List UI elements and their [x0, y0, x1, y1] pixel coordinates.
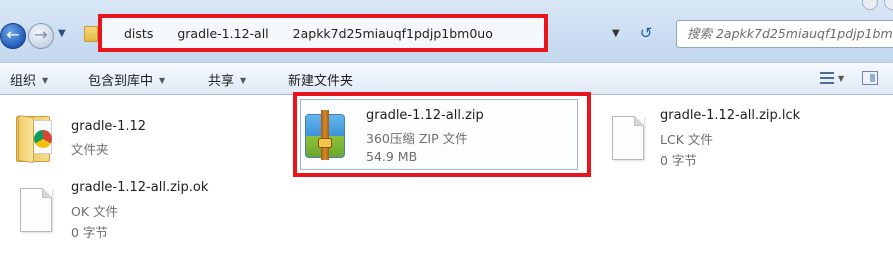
- search-input[interactable]: 搜索 2apkk7d25miauqf1pdjp1bm0uo: [676, 20, 893, 48]
- organize-label: 组织: [10, 74, 37, 89]
- file-size: 0 字节: [71, 225, 108, 240]
- address-bar-area: ← → ▼ dists gradle-1.12-all 2apkk7d25mia…: [0, 0, 893, 62]
- refresh-icon[interactable]: ↺: [636, 23, 656, 43]
- chevron-down-icon: ▼: [159, 76, 166, 85]
- command-bar: 组织 ▼ 包含到库中 ▼ 共享 ▼ 新建文件夹 ▼: [0, 62, 893, 95]
- address-history-dropdown-icon[interactable]: ▼: [612, 28, 620, 39]
- preview-pane-icon[interactable]: [862, 71, 878, 85]
- organize-menu[interactable]: 组织 ▼: [10, 70, 48, 89]
- file-type: LCK 文件: [660, 132, 713, 147]
- file-type: OK 文件: [71, 204, 119, 219]
- chevron-down-icon: ▼: [42, 76, 49, 85]
- share-menu[interactable]: 共享 ▼: [208, 70, 246, 89]
- file-size: 0 字节: [660, 153, 697, 168]
- window-control-button[interactable]: [884, 0, 893, 10]
- back-arrow-icon[interactable]: ←: [0, 23, 26, 49]
- document-icon: [20, 188, 52, 232]
- file-type: 文件夹: [71, 142, 109, 157]
- include-in-library-label: 包含到库中: [88, 74, 154, 89]
- share-label: 共享: [208, 74, 235, 89]
- breadcrumb-gradle-1-12-all[interactable]: gradle-1.12-all: [177, 26, 268, 41]
- view-options-icon[interactable]: [820, 71, 834, 85]
- red-annotation-box: [293, 92, 591, 177]
- document-icon: [612, 116, 644, 160]
- window-control-button[interactable]: [862, 0, 878, 10]
- chevron-down-icon: ▼: [240, 76, 247, 85]
- file-name: gradle-1.12-all.zip.ok: [71, 180, 209, 195]
- recent-pages-dropdown-icon[interactable]: ▼: [58, 28, 66, 39]
- folder-icon: [16, 110, 56, 164]
- chevron-down-icon[interactable]: ▼: [838, 74, 844, 83]
- address-bar[interactable]: dists gradle-1.12-all 2apkk7d25miauqf1pd…: [98, 14, 548, 52]
- new-folder-button[interactable]: 新建文件夹: [288, 70, 353, 89]
- include-in-library-menu[interactable]: 包含到库中 ▼: [88, 70, 165, 89]
- breadcrumb-dists[interactable]: dists: [124, 26, 153, 41]
- file-item-gradle-lck[interactable]: gradle-1.12-all.zip.lck LCK 文件 0 字节: [608, 106, 868, 170]
- breadcrumb-hash-folder[interactable]: 2apkk7d25miauqf1pdjp1bm0uo: [293, 26, 493, 41]
- file-name: gradle-1.12: [71, 119, 147, 134]
- file-item-gradle-folder[interactable]: gradle-1.12 文件夹: [14, 108, 264, 168]
- forward-arrow-icon[interactable]: →: [28, 23, 54, 49]
- folder-icon: [84, 26, 98, 42]
- file-item-gradle-ok[interactable]: gradle-1.12-all.zip.ok OK 文件 0 字节: [14, 178, 274, 242]
- file-name: gradle-1.12-all.zip.lck: [660, 108, 801, 123]
